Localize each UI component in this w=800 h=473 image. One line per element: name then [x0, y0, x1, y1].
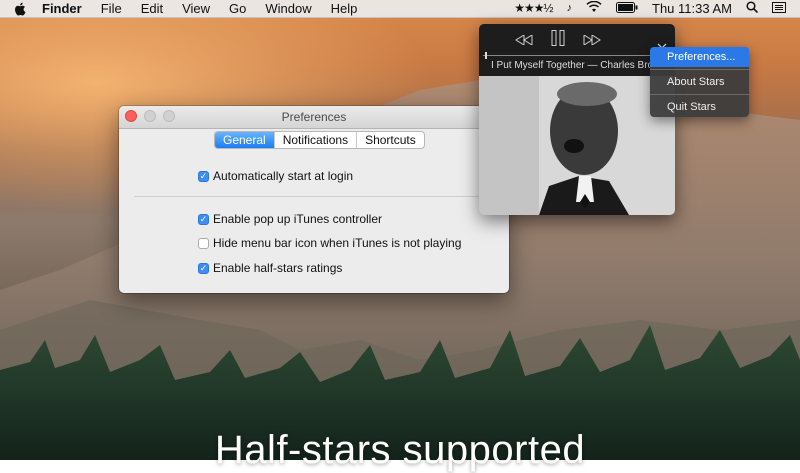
- music-note-icon[interactable]: ♪: [567, 0, 573, 17]
- tab-bar: General Notifications Shortcuts: [214, 131, 425, 149]
- stars-menubar-icon[interactable]: ★★★½: [514, 0, 553, 17]
- tab-notifications[interactable]: Notifications: [275, 132, 358, 148]
- album-artwork: [479, 76, 675, 215]
- menu-bar: Finder File Edit View Go Window Help ★★★…: [0, 0, 800, 18]
- close-button[interactable]: [125, 110, 137, 122]
- checkbox-checked[interactable]: ✓: [198, 262, 209, 274]
- option-label: Hide menu bar icon when iTunes is not pl…: [213, 236, 462, 250]
- stars-dropdown-menu: Preferences... About Stars Quit Stars: [650, 47, 749, 117]
- wifi-icon[interactable]: [586, 0, 602, 17]
- option-half-stars[interactable]: ✓ Enable half-stars ratings: [198, 261, 342, 275]
- progress-bar[interactable]: [483, 52, 671, 59]
- option-start-at-login[interactable]: ✓ Automatically start at login: [198, 169, 353, 183]
- menu-view[interactable]: View: [182, 0, 210, 17]
- tab-general[interactable]: General: [215, 132, 275, 148]
- menu-separator: [650, 69, 749, 70]
- progress-knob[interactable]: [485, 52, 487, 59]
- preferences-window: Preferences General Notifications Shortc…: [119, 106, 509, 293]
- track-info: I Put Myself Together — Charles Bro: [491, 60, 654, 71]
- menu-window[interactable]: Window: [265, 0, 311, 17]
- divider: [134, 196, 494, 197]
- window-controls: [125, 110, 182, 122]
- checkbox-checked[interactable]: ✓: [198, 213, 209, 225]
- menu-separator: [650, 94, 749, 95]
- spotlight-search-icon[interactable]: [746, 0, 759, 17]
- menu-file[interactable]: File: [101, 0, 122, 17]
- option-label: Enable pop up iTunes controller: [213, 212, 382, 226]
- zoom-button[interactable]: [163, 110, 175, 122]
- menu-finder[interactable]: Finder: [42, 0, 82, 17]
- menu-item-quit[interactable]: Quit Stars: [650, 97, 749, 117]
- option-popup-controller[interactable]: ✓ Enable pop up iTunes controller: [198, 212, 382, 226]
- menu-go[interactable]: Go: [229, 0, 246, 17]
- pause-icon[interactable]: [551, 30, 565, 51]
- status-area: ★★★½ ♪ Thu 11:33 AM: [514, 0, 800, 17]
- tab-shortcuts[interactable]: Shortcuts: [357, 132, 424, 148]
- battery-icon[interactable]: [616, 0, 638, 17]
- previous-track-icon[interactable]: [515, 32, 533, 50]
- notification-center-icon[interactable]: [772, 0, 786, 17]
- banner-text: Half-stars supported: [214, 428, 586, 472]
- apple-icon[interactable]: [14, 2, 28, 16]
- player-controls: [479, 24, 675, 57]
- menu-help[interactable]: Help: [331, 0, 358, 17]
- window-titlebar[interactable]: Preferences: [119, 106, 509, 129]
- option-hide-menubar-icon[interactable]: Hide menu bar icon when iTunes is not pl…: [198, 236, 461, 250]
- menu-item-preferences[interactable]: Preferences...: [650, 47, 749, 67]
- menu-edit[interactable]: Edit: [141, 0, 163, 17]
- menubar-clock[interactable]: Thu 11:33 AM: [652, 0, 732, 17]
- minimize-button[interactable]: [144, 110, 156, 122]
- checkbox-checked[interactable]: ✓: [198, 170, 209, 182]
- option-label: Automatically start at login: [213, 169, 354, 183]
- checkbox-unchecked[interactable]: [198, 237, 209, 249]
- option-label: Enable half-stars ratings: [213, 261, 343, 275]
- window-title: Preferences: [281, 110, 347, 124]
- menu-item-about[interactable]: About Stars: [650, 72, 749, 92]
- mini-player: I Put Myself Together — Charles Bro: [479, 24, 675, 215]
- next-track-icon[interactable]: [583, 32, 601, 50]
